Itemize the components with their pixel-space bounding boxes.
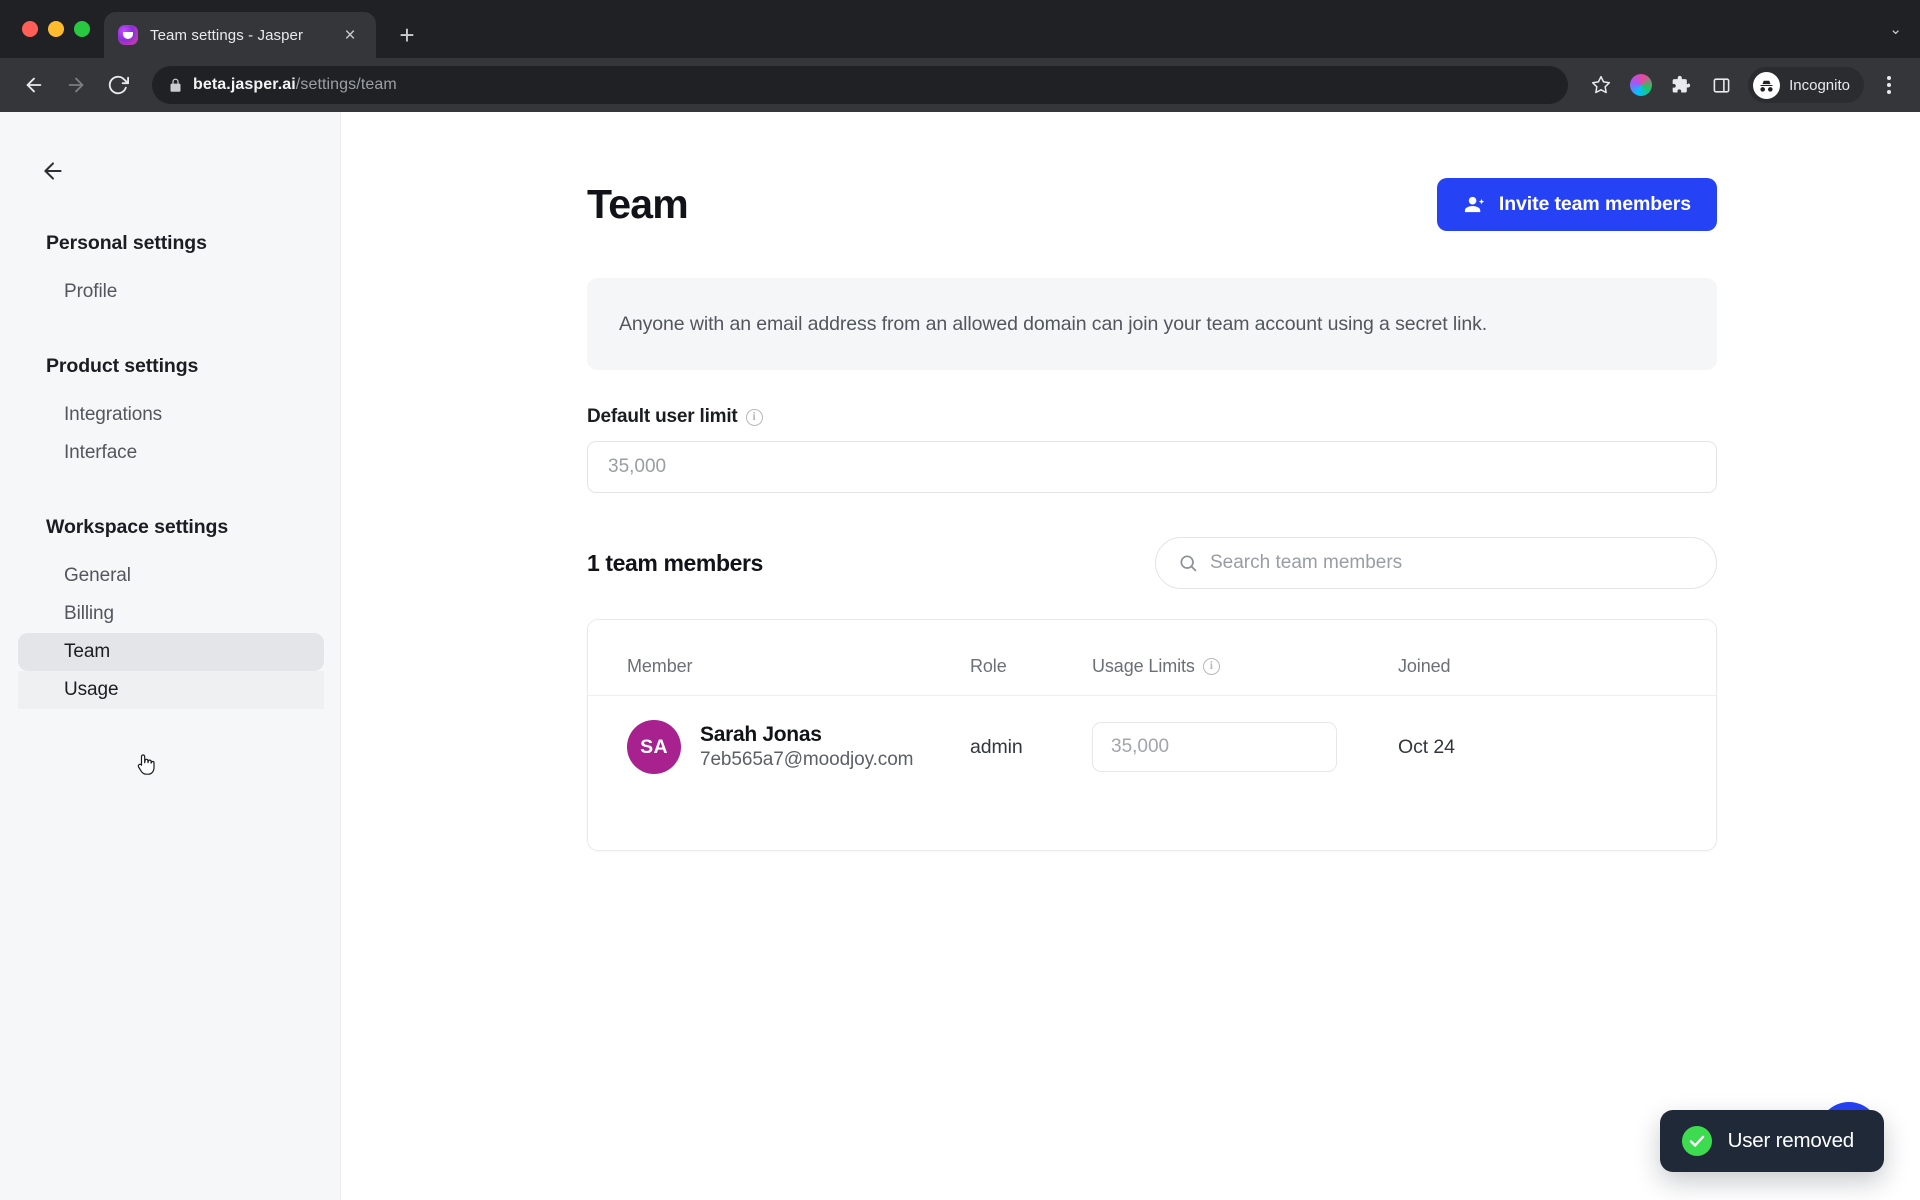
sidebar-heading-personal: Personal settings [46,232,207,254]
table-row[interactable]: SA Sarah Jonas 7eb565a7@moodjoy.com admi… [588,696,1716,775]
settings-sidebar: Personal settings Profile Product settin… [0,112,341,1200]
person-add-icon [1463,193,1486,216]
url-path: /settings/team [295,76,397,93]
default-user-limit-label: Default user limit i [587,406,1717,428]
jasper-favicon-icon [118,25,138,45]
sidebar-item-label: Usage [64,679,119,700]
page-viewport: Personal settings Profile Product settin… [0,112,1920,1200]
sidebar-group-product: Product settings Integrations Interface [0,355,340,472]
browser-toolbar: beta.jasper.ai/settings/team Incognito [0,58,1920,112]
info-icon[interactable]: i [1202,658,1220,675]
browser-tab[interactable]: Team settings - Jasper × [104,12,376,58]
member-usage-limit-input[interactable] [1092,722,1337,772]
chevron-down-icon[interactable]: ⌄ [1889,20,1902,38]
sidebar-item-team[interactable]: Team [18,633,324,671]
member-name: Sarah Jonas [700,723,822,746]
column-header-usage-label: Usage Limits [1092,656,1195,676]
team-notice-banner: Anyone with an email address from an all… [587,278,1717,370]
cell-member: SA Sarah Jonas 7eb565a7@moodjoy.com [588,696,970,774]
three-dots-icon[interactable] [1874,68,1904,102]
column-header-usage-limits: Usage Limits i [1092,620,1398,696]
team-members-count: 1 team members [587,549,763,576]
tab-strip-right: ⌄ [1889,0,1920,58]
team-members-table: Member Role Usage Limits i Joined SA Sar… [588,620,1716,774]
toast-message: User removed [1727,1129,1855,1152]
sidebar-item-label: General [64,565,131,586]
sidebar-group-workspace: Workspace settings General Billing Team … [0,516,340,709]
column-header-joined: Joined [1398,620,1716,696]
browser-window: Team settings - Jasper × + ⌄ beta.jasper… [0,0,1920,1200]
default-user-limit-input[interactable] [587,441,1717,493]
sidebar-item-label: Team [64,641,111,662]
sidebar-back-arrow-icon[interactable] [40,154,74,188]
avatar: SA [627,720,681,774]
reload-icon[interactable] [100,67,136,103]
team-members-table-card: Member Role Usage Limits i Joined SA Sar… [587,619,1717,851]
cell-role: admin [970,696,1092,775]
cell-joined: Oct 24 [1398,696,1716,775]
member-role: admin [970,735,1023,758]
new-tab-button[interactable]: + [390,18,424,52]
sidebar-item-label: Integrations [64,404,163,425]
invite-button-label: Invite team members [1498,192,1691,215]
table-header-row: Member Role Usage Limits i Joined [588,620,1716,696]
check-circle-icon [1681,1126,1712,1156]
maximize-window-button[interactable] [74,21,90,37]
page-header: Team Invite team members [587,172,1717,236]
forward-arrow-icon[interactable] [58,67,94,103]
url-text: beta.jasper.ai/settings/team [193,76,397,94]
cell-usage-limit [1092,696,1398,775]
column-header-role: Role [970,620,1092,696]
star-icon[interactable] [1584,68,1618,102]
member-email: 7eb565a7@moodjoy.com [700,749,914,770]
minimize-window-button[interactable] [48,21,64,37]
incognito-icon [1753,71,1781,99]
incognito-label: Incognito [1789,76,1850,94]
notice-text: Anyone with an email address from an all… [619,312,1488,335]
info-icon[interactable]: i [745,408,763,426]
sidebar-heading-workspace: Workspace settings [46,516,229,538]
sidebar-item-usage[interactable]: Usage [18,671,324,709]
invite-team-members-button[interactable]: Invite team members [1436,177,1717,231]
column-header-member: Member [588,620,970,696]
tab-title: Team settings - Jasper [150,26,304,44]
puzzle-icon[interactable] [1664,68,1698,102]
lock-icon [168,78,183,93]
mouse-cursor-pointer-icon [136,752,158,778]
sidebar-group-personal: Personal settings Profile [0,232,340,311]
sidebar-heading-product: Product settings [46,355,199,377]
side-panel-icon[interactable] [1704,68,1738,102]
extension-profile-icon[interactable] [1624,68,1658,102]
field-label-text: Default user limit [587,406,738,427]
sidebar-item-billing[interactable]: Billing [18,595,324,633]
page-title: Team [587,180,689,227]
sidebar-item-label: Interface [64,442,138,463]
window-controls [14,0,104,58]
close-window-button[interactable] [22,21,38,37]
sidebar-item-general[interactable]: General [18,557,324,595]
address-bar[interactable]: beta.jasper.ai/settings/team [152,66,1569,104]
search-icon [1178,553,1198,573]
sidebar-item-profile[interactable]: Profile [18,273,324,311]
sidebar-item-integrations[interactable]: Integrations [18,396,324,434]
back-arrow-icon[interactable] [16,67,52,103]
sidebar-item-label: Profile [64,281,118,302]
sidebar-item-label: Billing [64,603,114,624]
colorful-avatar-icon [1630,74,1653,96]
url-domain: beta.jasper.ai [193,76,296,93]
main-content: Team Invite team members Anyone with an … [341,112,1920,1200]
toast-notification: User removed [1659,1110,1884,1172]
close-tab-icon[interactable]: × [338,23,362,47]
members-toolbar: 1 team members [587,537,1717,589]
table-header: Member Role Usage Limits i Joined [588,620,1716,696]
tab-strip: Team settings - Jasper × + ⌄ [0,0,1920,58]
incognito-profile-button[interactable]: Incognito [1748,67,1864,103]
search-team-members-field[interactable] [1155,537,1717,589]
table-body: SA Sarah Jonas 7eb565a7@moodjoy.com admi… [588,696,1716,775]
sidebar-item-interface[interactable]: Interface [18,434,324,472]
search-input[interactable] [1210,552,1694,574]
member-joined-date: Oct 24 [1398,735,1455,758]
